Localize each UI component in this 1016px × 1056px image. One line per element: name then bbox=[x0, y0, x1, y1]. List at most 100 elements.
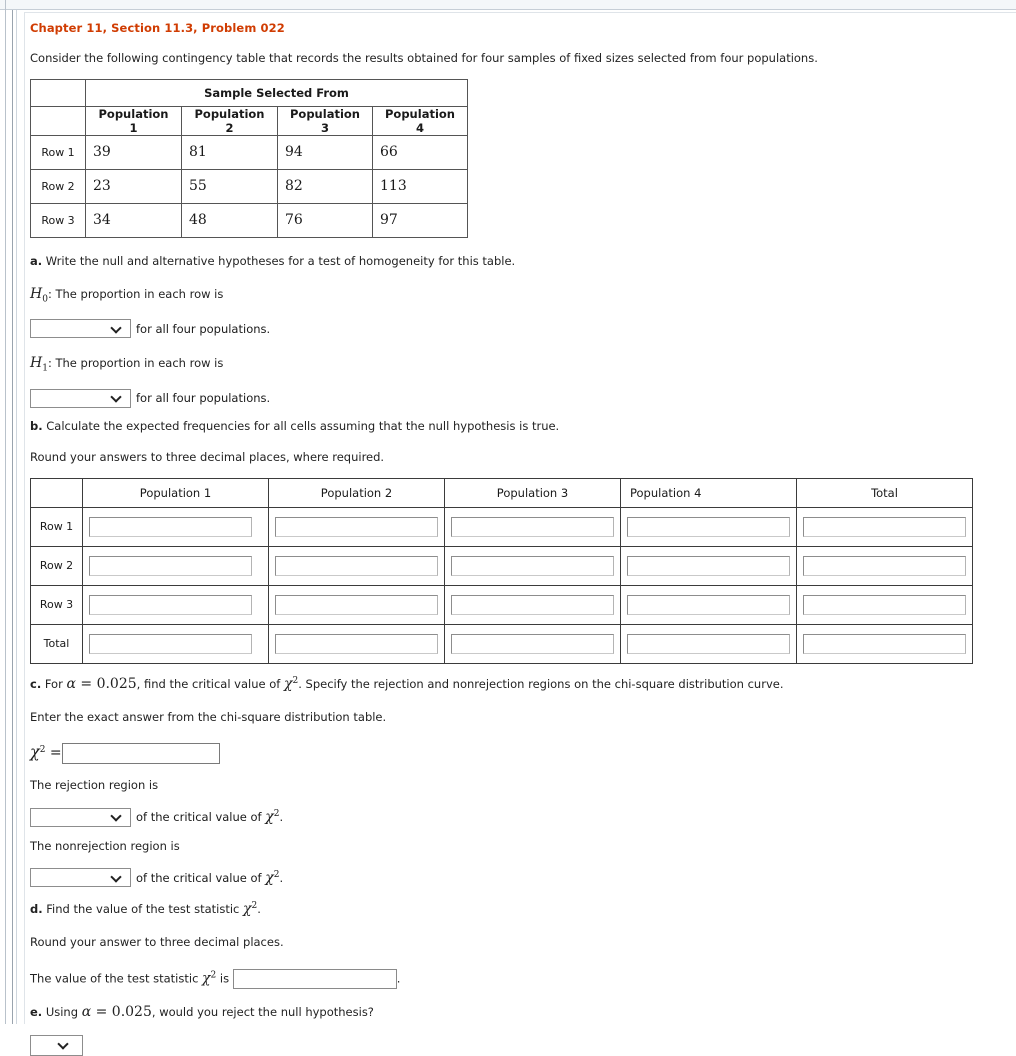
table-row: Row 3 34 48 76 97 bbox=[30, 202, 468, 238]
nonrejection-region-after-text: of the critical value of χ2. bbox=[136, 869, 284, 886]
ef-cell-total-p3 bbox=[444, 623, 621, 664]
chi-critical-row: χ2 = bbox=[30, 742, 1010, 765]
ef-input-r2-p2[interactable] bbox=[275, 555, 438, 576]
cell-r3-p4: 97 bbox=[372, 202, 468, 238]
h1-answer-row: for all four populations. bbox=[30, 388, 1010, 408]
ef-input-r1-p1[interactable] bbox=[89, 516, 252, 537]
ef-input-r1-p3[interactable] bbox=[451, 516, 614, 537]
alpha-symbol: α bbox=[66, 675, 76, 692]
part-d-prompt: d. Find the value of the test statistic … bbox=[30, 900, 1010, 919]
ef-input-r1-total[interactable] bbox=[803, 516, 966, 537]
part-c-prompt-text-3: . Specify the rejection and nonrejection… bbox=[298, 676, 784, 691]
ef-cell-r2-p3 bbox=[444, 545, 621, 586]
rejection-region-select[interactable] bbox=[30, 807, 131, 827]
corner-cell bbox=[30, 477, 83, 508]
ef-input-r3-p2[interactable] bbox=[275, 594, 438, 615]
ef-input-r3-p1[interactable] bbox=[89, 594, 252, 615]
rejection-region-label: The rejection region is bbox=[30, 778, 159, 793]
ef-input-total-p1[interactable] bbox=[89, 633, 252, 654]
ef-input-total-total[interactable] bbox=[803, 633, 966, 654]
rejection-region-row: of the critical value of χ2. bbox=[30, 807, 1010, 827]
problem-panel: Chapter 11, Section 11.3, Problem 022 Co… bbox=[24, 12, 1016, 1056]
ef-cell-r2-p1 bbox=[82, 545, 269, 586]
h1-text: : The proportion in each row is bbox=[47, 356, 224, 371]
part-c-prompt-text-1: For bbox=[41, 676, 67, 691]
nonrejection-after-label: of the critical value of bbox=[136, 870, 266, 885]
ef-input-r3-p3[interactable] bbox=[451, 594, 614, 615]
part-c-exact-note: Enter the exact answer from the chi-squa… bbox=[30, 709, 387, 724]
chi-exponent: 2 bbox=[273, 809, 280, 820]
application-window: Chapter 11, Section 11.3, Problem 022 Co… bbox=[0, 0, 1016, 1056]
ef-row-label-row-3: Row 3 bbox=[30, 584, 83, 625]
test-statistic-input[interactable] bbox=[232, 968, 397, 989]
span-header-sample-selected-from: Sample Selected From bbox=[85, 78, 468, 107]
h1-select[interactable] bbox=[30, 388, 131, 408]
ef-column-header-total: Total bbox=[796, 477, 973, 508]
cell-r2-p2: 55 bbox=[181, 168, 278, 204]
chi-symbol: χ bbox=[265, 869, 274, 886]
part-b-letter: b. bbox=[30, 418, 43, 433]
ef-input-total-p3[interactable] bbox=[451, 633, 614, 654]
expected-frequencies-table: Population 1 Population 2 Population 3 P… bbox=[30, 477, 973, 664]
cell-r1-p1: 39 bbox=[85, 134, 182, 170]
ef-input-r3-p4[interactable] bbox=[627, 594, 790, 615]
ef-column-header-population-4: Population 4 bbox=[620, 477, 797, 508]
corner-cell bbox=[30, 78, 86, 107]
ef-input-r1-p4[interactable] bbox=[627, 516, 790, 537]
ef-input-total-p2[interactable] bbox=[275, 633, 438, 654]
h1-line: H1: The proportion in each row is bbox=[30, 354, 1010, 374]
part-e-letter: e. bbox=[30, 1004, 43, 1019]
ef-cell-r3-p4 bbox=[620, 584, 797, 625]
window-left-rail-inner bbox=[12, 10, 13, 1024]
part-e-answer-row bbox=[30, 1034, 1010, 1056]
test-statistic-statement-1: The value of the test statistic bbox=[30, 971, 203, 986]
part-a-prompt-text: Write the null and alternative hypothese… bbox=[42, 253, 516, 268]
chevron-down-icon bbox=[112, 812, 121, 821]
cell-r3-p2: 48 bbox=[181, 202, 278, 238]
chi-symbol: χ bbox=[265, 809, 274, 826]
table-row: Total bbox=[30, 623, 973, 664]
window-left-rail-light bbox=[16, 10, 17, 1024]
nonrejection-region-label: The nonrejection region is bbox=[30, 838, 180, 853]
ef-input-r2-p1[interactable] bbox=[89, 555, 252, 576]
ef-cell-r3-p2 bbox=[268, 584, 445, 625]
chi-critical-input[interactable] bbox=[61, 743, 220, 765]
equals-symbol: = bbox=[45, 745, 62, 762]
ef-cell-r1-p4 bbox=[620, 506, 797, 547]
part-d-rounding-note: Round your answer to three decimal place… bbox=[30, 935, 284, 950]
ef-input-r3-total[interactable] bbox=[803, 594, 966, 615]
nonrejection-region-select[interactable] bbox=[30, 868, 131, 888]
ef-column-header-population-1: Population 1 bbox=[82, 477, 269, 508]
part-b-prompt: b. Calculate the expected frequencies fo… bbox=[30, 419, 1010, 435]
table-row-span-header: Sample Selected From bbox=[30, 78, 468, 107]
nonrejection-region-row: of the critical value of χ2. bbox=[30, 868, 1010, 888]
h0-answer-row: for all four populations. bbox=[30, 319, 1010, 339]
chevron-down-icon bbox=[112, 324, 121, 333]
table-row: Row 1 bbox=[30, 506, 973, 547]
alpha-symbol: α bbox=[81, 1003, 92, 1020]
ef-row-label-row-2: Row 2 bbox=[30, 545, 83, 586]
reject-hypothesis-select[interactable] bbox=[30, 1034, 83, 1056]
table-row-column-headers: Population 1 Population 2 Population 3 P… bbox=[30, 105, 468, 136]
ef-column-header-population-3: Population 3 bbox=[444, 477, 621, 508]
ef-input-r2-p3[interactable] bbox=[451, 555, 614, 576]
h0-symbol: H bbox=[30, 286, 43, 303]
ef-cell-r2-p2 bbox=[268, 545, 445, 586]
h0-line: H0: The proportion in each row is bbox=[30, 285, 1010, 305]
part-e-prompt-text-1: Using bbox=[42, 1004, 82, 1019]
ef-input-total-p4[interactable] bbox=[627, 633, 790, 654]
ef-input-r2-total[interactable] bbox=[803, 555, 966, 576]
h0-trailing-text: for all four populations. bbox=[136, 321, 271, 336]
column-header-population-2: Population 2 bbox=[181, 105, 278, 136]
equals-symbol: = bbox=[91, 1003, 112, 1020]
test-statistic-statement-2: is bbox=[216, 971, 230, 986]
cell-r3-p1: 34 bbox=[85, 202, 182, 238]
chevron-down-icon bbox=[112, 393, 121, 402]
h1-symbol: H bbox=[30, 355, 43, 372]
ef-input-r1-p2[interactable] bbox=[275, 516, 438, 537]
table-row: Row 2 23 55 82 113 bbox=[30, 168, 468, 204]
chi-symbol: χ bbox=[202, 970, 211, 987]
h0-select[interactable] bbox=[30, 319, 131, 339]
part-e-prompt: e. Using α = 0.025, would you reject the… bbox=[30, 1003, 1010, 1022]
ef-input-r2-p4[interactable] bbox=[627, 555, 790, 576]
